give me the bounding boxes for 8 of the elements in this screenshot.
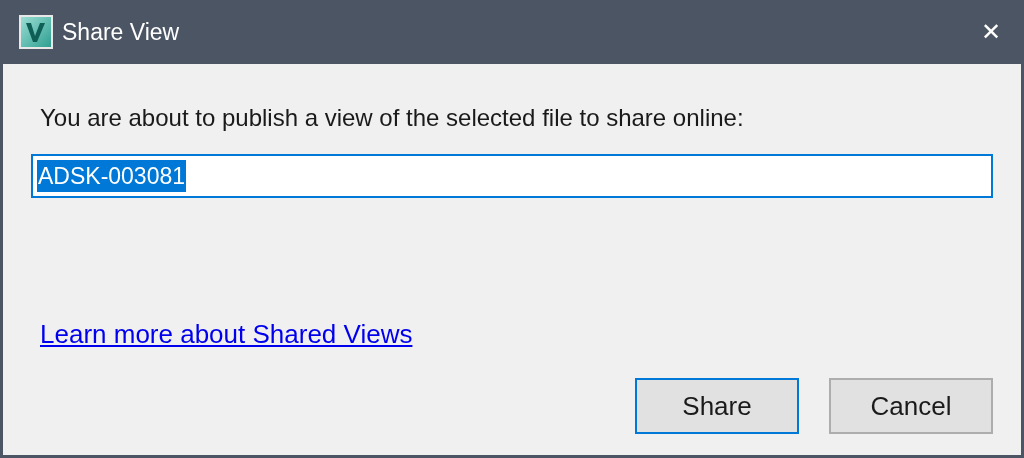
dialog-button[interactable]: Cancel xyxy=(829,378,993,434)
dialog-button[interactable]: Share xyxy=(635,378,799,434)
window-title: Share View xyxy=(62,17,180,47)
shared-views-link[interactable]: Learn more about Shared Views xyxy=(40,315,413,354)
app-logo-icon xyxy=(19,15,53,49)
close-button[interactable]: ✕ xyxy=(977,20,1005,44)
name-field[interactable]: ADSK-003081 xyxy=(31,154,993,198)
message-text: You are about to publish a view of the selected file to share online: xyxy=(40,103,745,133)
